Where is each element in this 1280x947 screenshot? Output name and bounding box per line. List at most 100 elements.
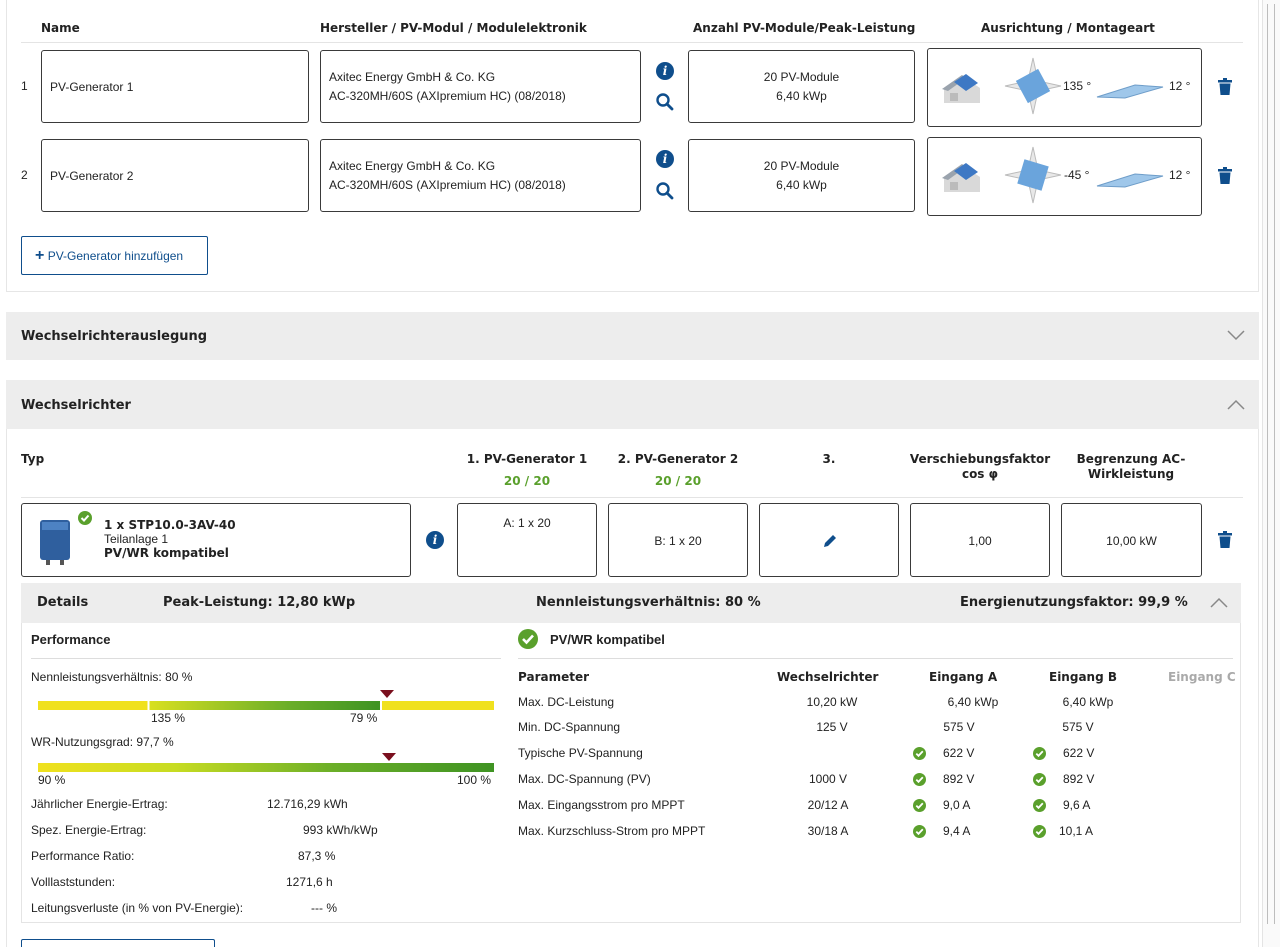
inverter-select-box[interactable]: 1 x STP10.0-3AV-40 Teilanlage 1 PV/WR ko… — [21, 503, 411, 577]
tilt-value: 12 ° — [1169, 79, 1191, 93]
cos-phi-input[interactable]: 1,00 — [910, 503, 1050, 577]
check-icon — [78, 511, 92, 525]
orientation-box[interactable]: 135 ° 12 ° — [927, 48, 1202, 127]
details-label: Details — [37, 595, 89, 610]
col-header-ausrichtung: Ausrichtung / Montageart — [981, 21, 1155, 35]
col-header-anzahl: Anzahl PV-Module/Peak-Leistung — [693, 21, 916, 35]
chevron-down-icon[interactable] — [1226, 328, 1246, 342]
stat-label: Leitungsverluste (in % von PV-Energie): — [31, 901, 244, 915]
compat-header: Eingang A — [929, 670, 998, 684]
manufacturer-text: Axitec Energy GmbH & Co. KG — [329, 159, 496, 173]
chevron-up-icon[interactable] — [1226, 398, 1246, 412]
col-header-gen1: 1. PV-Generator 1 20 / 20 — [457, 452, 597, 488]
stat-label: Volllaststunden: — [31, 875, 116, 889]
module-count: 20 PV-Module — [763, 70, 840, 84]
compat-b: 10,1 A — [1059, 824, 1094, 838]
col-header-typ: Typ — [21, 452, 45, 466]
details-ratio: Nennleistungsverhältnis: 80 % — [536, 595, 761, 610]
compat-header: Parameter — [518, 670, 590, 684]
generator-name: PV-Generator 2 — [50, 169, 134, 183]
scrollbar[interactable] — [1262, 0, 1280, 947]
performance-divider — [31, 658, 501, 659]
col-header-hersteller: Hersteller / PV-Modul / Modulelektronik — [320, 21, 587, 35]
input-a-box[interactable]: A: 1 x 20 — [457, 503, 597, 577]
section-header-wechselrichter[interactable]: Wechselrichter — [6, 380, 1259, 429]
compat-check-icon — [518, 629, 538, 649]
compat-wr: 30/18 A — [807, 824, 849, 838]
inverter-compat: PV/WR kompatibel — [104, 546, 229, 560]
compat-a: 622 V — [943, 746, 975, 760]
compat-param: Max. Kurzschluss-Strom pro MPPT — [518, 824, 706, 838]
add-generator-label: PV-Generator hinzufügen — [47, 249, 184, 263]
inverter-header-divider — [21, 497, 1243, 498]
section-title: Wechselrichter — [21, 398, 131, 413]
info-icon[interactable]: i — [656, 150, 674, 168]
input-c-edit-box[interactable] — [759, 503, 899, 577]
scrollbar-thumb[interactable] — [1267, 4, 1275, 924]
compat-a: 9,0 A — [943, 798, 971, 812]
header-divider — [21, 42, 1243, 43]
check-icon — [913, 773, 926, 786]
module-text: AC-320MH/60S (AXIpremium HC) (08/2018) — [329, 178, 566, 192]
module-select-box[interactable]: Axitec Energy GmbH & Co. KG AC-320MH/60S… — [320, 50, 641, 123]
compat-param: Typische PV-Spannung — [518, 746, 643, 760]
ratio-marker — [379, 690, 394, 698]
utilisation-max-label: 100 % — [457, 773, 492, 787]
utilisation-marker — [382, 753, 397, 761]
search-icon[interactable] — [655, 92, 675, 112]
performance-title: Performance — [31, 632, 111, 647]
section-header-wechselrichterauslegung[interactable]: Wechselrichterauslegung — [6, 312, 1259, 360]
stat-label: Performance Ratio: — [31, 849, 135, 863]
col-header-gen3: 3. — [822, 452, 836, 466]
compass-icon — [1003, 56, 1063, 116]
module-count-box[interactable]: 20 PV-Module 6,40 kWp — [688, 139, 915, 212]
compat-wr: 10,20 kW — [806, 695, 858, 709]
compass-icon — [1003, 145, 1063, 205]
stat-label: Spez. Energie-Ertrag: — [31, 823, 147, 837]
delete-inverter-icon[interactable] — [1217, 531, 1233, 549]
inverter-image-icon — [38, 514, 78, 566]
compat-b: 575 V — [1062, 720, 1094, 734]
tilt-panel-icon — [1095, 170, 1165, 188]
input-b-value: B: 1 x 20 — [654, 534, 702, 548]
generator-name-input[interactable]: PV-Generator 1 — [41, 50, 309, 123]
compat-wr: 125 V — [816, 720, 848, 734]
compat-param: Min. DC-Spannung — [518, 720, 621, 734]
module-select-box[interactable]: Axitec Energy GmbH & Co. KG AC-320MH/60S… — [320, 139, 641, 212]
details-peak: Peak-Leistung: 12,80 kWp — [163, 595, 356, 610]
plus-icon: + — [35, 247, 45, 264]
delete-generator-icon[interactable] — [1217, 167, 1233, 185]
compat-b: 6,40 kWp — [1062, 695, 1114, 709]
add-inverter-button[interactable] — [21, 939, 215, 947]
delete-generator-icon[interactable] — [1217, 78, 1233, 96]
col-header-gen2: 2. PV-Generator 2 20 / 20 — [608, 452, 748, 488]
stat-value: --- % — [311, 901, 337, 915]
compat-b: 9,6 A — [1063, 798, 1091, 812]
gen2-count: 20 / 20 — [654, 474, 702, 488]
info-icon[interactable]: i — [656, 62, 674, 80]
add-generator-button[interactable]: + PV-Generator hinzufügen — [21, 236, 208, 275]
ac-limit-input[interactable]: 10,00 kW — [1061, 503, 1202, 577]
input-a-value: A: 1 x 20 — [503, 516, 551, 530]
generator-name-input[interactable]: PV-Generator 2 — [41, 139, 309, 212]
module-count-box[interactable]: 20 PV-Module 6,40 kWp — [688, 50, 915, 123]
check-icon — [913, 747, 926, 760]
compat-a: 6,40 kWp — [947, 695, 999, 709]
orientation-box[interactable]: -45 ° 12 ° — [927, 137, 1202, 216]
chevron-up-icon[interactable] — [1209, 596, 1229, 610]
stat-value: 87,3 % — [298, 849, 336, 863]
module-text: AC-320MH/60S (AXIpremium HC) (08/2018) — [329, 89, 566, 103]
compat-param: Max. DC-Spannung (PV) — [518, 772, 651, 786]
tilt-value: 12 ° — [1169, 168, 1191, 182]
stat-value: 1271,6 h — [286, 875, 333, 889]
details-bar[interactable]: Details Peak-Leistung: 12,80 kWp Nennlei… — [21, 583, 1241, 623]
pencil-icon[interactable] — [822, 533, 838, 549]
peak-power: 6,40 kWp — [776, 89, 827, 103]
compat-header: Wechselrichter — [777, 670, 879, 684]
search-icon[interactable] — [655, 181, 675, 201]
info-icon[interactable]: i — [426, 531, 444, 549]
input-b-box[interactable]: B: 1 x 20 — [608, 503, 748, 577]
compat-title: PV/WR kompatibel — [550, 632, 665, 647]
compat-a: 892 V — [943, 772, 975, 786]
tilt-panel-icon — [1095, 81, 1165, 99]
